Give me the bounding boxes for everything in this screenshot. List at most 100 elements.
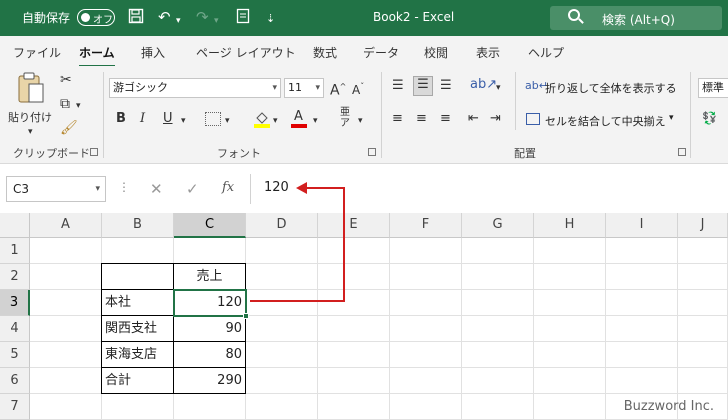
customize-qat-icon[interactable]: ⇣ (266, 10, 275, 28)
grid-cell[interactable] (606, 316, 678, 342)
merge-center-button[interactable]: セルを結合して中央揃え ▾ (523, 111, 683, 131)
grid-cell[interactable] (678, 238, 728, 264)
font-size-combo[interactable]: 11 ▾ (284, 78, 324, 98)
grid-cell[interactable] (102, 238, 174, 264)
row-header-7[interactable]: 7 (0, 394, 30, 420)
cell-b4[interactable]: 関西支社 (101, 315, 174, 342)
increase-indent-icon[interactable]: ⇥ (490, 111, 501, 127)
fill-handle[interactable] (243, 313, 249, 319)
font-name-combo[interactable]: 游ゴシック ▾ (109, 78, 281, 98)
grid-cell[interactable] (30, 290, 102, 316)
grid-cell[interactable] (102, 394, 174, 420)
grid-cell[interactable] (390, 342, 462, 368)
grid-cell[interactable] (462, 238, 534, 264)
grid-cell[interactable] (30, 238, 102, 264)
orientation-icon[interactable]: ab↗ (470, 77, 497, 93)
number-format-combo[interactable]: 標準 (698, 78, 728, 98)
fill-color-icon[interactable] (254, 110, 270, 128)
alignment-launcher-icon[interactable] (678, 148, 686, 156)
column-header-g[interactable]: G (462, 213, 534, 238)
save-icon[interactable] (128, 8, 144, 28)
cell-b5[interactable]: 東海支店 (101, 341, 174, 368)
name-box[interactable]: C3 ▾ (6, 176, 106, 202)
bold-button[interactable]: B (116, 111, 126, 127)
decrease-font-icon[interactable]: Aˇ (352, 79, 364, 98)
fill-color-dropdown-icon[interactable]: ▾ (273, 113, 278, 129)
wrap-text-button[interactable]: ab↵ 折り返して全体を表示する (523, 78, 683, 98)
grid-cell[interactable] (390, 316, 462, 342)
grid-cell[interactable] (30, 342, 102, 368)
formula-bar-grip-icon[interactable]: ⋮ (118, 180, 130, 194)
row-header-2[interactable]: 2 (0, 264, 30, 290)
column-header-i[interactable]: I (606, 213, 678, 238)
align-right-icon[interactable]: ≡ (440, 111, 451, 127)
align-center-icon[interactable]: ≡ (416, 111, 427, 127)
grid-cell[interactable] (606, 368, 678, 394)
grid-cell[interactable] (30, 316, 102, 342)
accounting-format-icon[interactable]: 💱 (702, 110, 717, 126)
grid-cell[interactable] (678, 290, 728, 316)
align-bottom-icon[interactable]: ☰ (440, 78, 452, 94)
search-box[interactable]: 検索 (Alt+Q) (550, 6, 722, 30)
font-color-dropdown-icon[interactable]: ▾ (313, 113, 318, 129)
cell-c6[interactable]: 290 (173, 367, 246, 394)
grid-cell[interactable] (462, 394, 534, 420)
borders-icon[interactable] (205, 112, 221, 126)
tab-view[interactable]: 表示 (476, 44, 500, 61)
grid-cell[interactable] (390, 264, 462, 290)
grid-cell[interactable] (174, 394, 246, 420)
borders-dropdown-icon[interactable]: ▾ (225, 113, 230, 129)
cell-c3[interactable]: 120 (173, 289, 247, 317)
column-header-e[interactable]: E (318, 213, 390, 238)
grid-cell[interactable] (678, 316, 728, 342)
column-header-h[interactable]: H (534, 213, 606, 238)
font-color-icon[interactable]: A (291, 109, 307, 129)
underline-dropdown-icon[interactable]: ▾ (181, 113, 186, 129)
grid-cell[interactable] (606, 290, 678, 316)
cell-b3[interactable]: 本社 (101, 289, 174, 316)
grid-cell[interactable] (462, 368, 534, 394)
column-header-f[interactable]: F (390, 213, 462, 238)
tab-page-layout[interactable]: ページ レイアウト (196, 44, 296, 61)
grid-cell[interactable] (534, 264, 606, 290)
column-header-a[interactable]: A (30, 213, 102, 238)
grid-cell[interactable] (462, 342, 534, 368)
copy-dropdown-icon[interactable]: ▾ (76, 98, 81, 114)
cell-c5[interactable]: 80 (173, 341, 246, 368)
paste-format-icon[interactable] (236, 8, 250, 28)
format-painter-icon[interactable]: 🖌 (60, 120, 78, 136)
font-launcher-icon[interactable] (368, 148, 376, 156)
grid-cell[interactable] (678, 368, 728, 394)
grid-cell[interactable] (318, 238, 390, 264)
grid-cell[interactable] (318, 290, 390, 316)
grid-cell[interactable] (246, 316, 318, 342)
italic-button[interactable]: I (140, 111, 145, 127)
phonetic-dropdown-icon[interactable]: ▾ (358, 113, 363, 129)
grid-cell[interactable] (462, 316, 534, 342)
grid-cell[interactable] (246, 264, 318, 290)
tab-file[interactable]: ファイル (13, 44, 61, 61)
grid-cell[interactable] (246, 368, 318, 394)
clipboard-launcher-icon[interactable] (90, 148, 98, 156)
grid-cell[interactable] (30, 368, 102, 394)
grid-cell[interactable] (246, 238, 318, 264)
insert-function-icon[interactable]: fx (222, 180, 234, 195)
grid-cell[interactable] (246, 394, 318, 420)
row-header-1[interactable]: 1 (0, 238, 30, 264)
grid-cell[interactable] (534, 316, 606, 342)
tab-review[interactable]: 校閲 (424, 44, 448, 61)
grid-cell[interactable] (534, 342, 606, 368)
grid-cell[interactable] (534, 368, 606, 394)
align-left-icon[interactable]: ≡ (392, 111, 403, 127)
grid-cell[interactable] (30, 394, 102, 420)
enter-icon[interactable]: ✓ (186, 180, 199, 198)
grid-cell[interactable] (390, 290, 462, 316)
decrease-indent-icon[interactable]: ⇤ (468, 111, 479, 127)
tab-help[interactable]: ヘルプ (528, 44, 564, 61)
grid-cell[interactable] (606, 238, 678, 264)
cell-c4[interactable]: 90 (173, 315, 246, 342)
cell-b2[interactable] (101, 263, 174, 290)
paste-button[interactable]: 貼り付け ▾ (8, 72, 52, 138)
grid-cell[interactable] (390, 394, 462, 420)
grid-cell[interactable] (462, 290, 534, 316)
